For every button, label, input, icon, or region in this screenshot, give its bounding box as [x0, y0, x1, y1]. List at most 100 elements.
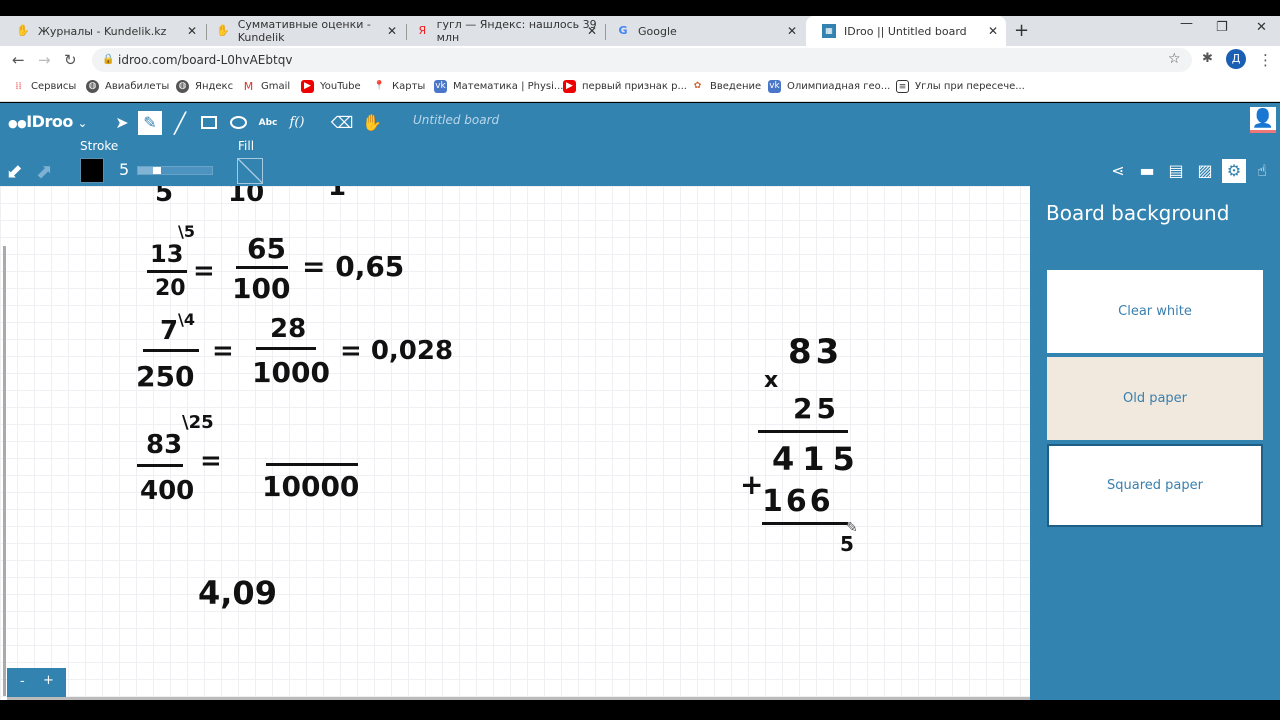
handwriting: 20 [155, 276, 186, 301]
ellipse-tool-icon[interactable] [229, 116, 247, 129]
settings-gear-icon[interactable]: ⚙ [1222, 159, 1246, 183]
bookmark-gmail[interactable]: M Gmail [242, 80, 290, 93]
stroke-label: Stroke [80, 139, 119, 153]
tab-title: Google [638, 24, 677, 38]
url-field[interactable]: 🔒 idroo.com/board-L0hvAEbtqv [92, 48, 1192, 72]
bookmark-yandex[interactable]: ◍ Яндекс [176, 80, 233, 93]
slider-handle[interactable] [152, 167, 161, 174]
image-icon[interactable]: ▨ [1193, 159, 1217, 183]
scrollbar[interactable] [3, 246, 6, 696]
handwriting: = 0,65 [302, 250, 405, 283]
bookmark-youtube[interactable]: ▶ YouTube [301, 80, 361, 93]
tab-title: Журналы - Kundelik.kz [38, 24, 167, 38]
user-avatar[interactable]: 👤 [1250, 107, 1276, 133]
minimize-button[interactable]: — [1180, 16, 1193, 31]
bookmark-intro[interactable]: ✿ Введение [691, 80, 761, 93]
handwriting: = [193, 256, 215, 286]
handwriting: \25 [182, 412, 214, 433]
bg-option-clear-white[interactable]: Clear white [1047, 270, 1263, 353]
select-tool-icon[interactable]: ➤ [110, 111, 134, 135]
tab-kundelik-summative[interactable]: ✋ Суммативные оценки - Kundelik ✕ [200, 16, 405, 46]
zoom-out-button[interactable]: - [20, 674, 25, 689]
bookmark-label: Яндекс [195, 81, 234, 92]
idroo-toolbar: ●●IDroo ⌄ ➤ ✎ ╱ Abc f() ⌫ ✋ Untitled boa… [0, 103, 1280, 186]
tab-yandex[interactable]: Ягугл — Яндекс: нашлось 39 млн ✕ [400, 16, 605, 46]
whiteboard-canvas[interactable]: 5 10 1 13 \5 20 = 65 100 = 0,65 7 \4 250… [0, 186, 1030, 700]
bookmark-math[interactable]: vk Математика | Physi... [434, 80, 563, 93]
hand-tool-icon[interactable]: ✋ [360, 111, 384, 135]
handwriting: 166 [762, 484, 834, 519]
handwriting: \5 [178, 222, 195, 241]
bookmark-olympiad[interactable]: vk Олимпиадная гео... [768, 80, 890, 93]
handwriting: 13 [150, 240, 184, 268]
bookmark-label: Олимпиадная гео... [787, 81, 891, 92]
kundelik-icon: ✋ [16, 24, 30, 37]
bg-option-squared-paper[interactable]: Squared paper [1047, 444, 1263, 527]
close-icon[interactable]: ✕ [787, 24, 797, 38]
handwriting: 83 [788, 332, 844, 372]
presenter-icon[interactable]: ☝ [1250, 159, 1274, 183]
google-icon: G [618, 24, 628, 37]
star-icon[interactable]: ☆ [1168, 51, 1181, 67]
new-tab-button[interactable]: + [1014, 20, 1029, 41]
idroo-menu[interactable]: ●●IDroo ⌄ [8, 112, 87, 131]
stroke-width-slider[interactable] [137, 166, 213, 175]
line-tool-icon[interactable]: ╱ [168, 111, 192, 135]
zoom-in-button[interactable]: + [43, 673, 54, 688]
bg-option-old-paper[interactable]: Old paper [1047, 357, 1263, 440]
fill-none-swatch[interactable] [237, 158, 263, 184]
reload-button[interactable]: ↻ [64, 51, 77, 69]
handwriting: 25 [793, 392, 840, 425]
close-icon[interactable]: ✕ [187, 24, 197, 38]
rectangle-tool-icon[interactable] [201, 116, 217, 129]
handwriting: = [200, 446, 222, 476]
fraction-line [266, 463, 358, 466]
eraser-tool-icon[interactable]: ⌫ [330, 111, 354, 135]
close-window-button[interactable]: ✕ [1256, 20, 1267, 35]
back-button[interactable]: ← [12, 51, 25, 69]
board-title[interactable]: Untitled board [413, 113, 499, 127]
option-label: Clear white [1118, 304, 1192, 319]
bookmark-label: Авиабилеты [105, 81, 170, 92]
close-icon[interactable]: ✕ [988, 24, 998, 38]
stroke-color-swatch[interactable] [80, 158, 104, 183]
tab-title: гугл — Яндекс: нашлось 39 млн [436, 18, 597, 44]
tab-kundelik-journals[interactable]: ✋ Журналы - Kundelik.kz ✕ [0, 16, 205, 46]
multiplication-line [758, 430, 848, 433]
bookmark-maps[interactable]: 📍 Карты [373, 80, 425, 93]
document-icon[interactable]: ▤ [1164, 159, 1188, 183]
tab-google[interactable]: G Google ✕ [600, 16, 805, 46]
profile-avatar[interactable]: Д [1226, 49, 1246, 69]
extensions-icon[interactable]: ✱ [1202, 51, 1213, 66]
handwriting: 415 [772, 440, 863, 478]
handwriting: = 0,028 [340, 336, 454, 366]
chat-icon[interactable]: ▬ [1135, 159, 1159, 183]
text-tool-icon[interactable]: Abc [256, 111, 280, 135]
handwriting: 1000 [252, 356, 330, 389]
pencil-tool-icon[interactable]: ✎ [138, 111, 162, 135]
url-text: idroo.com/board-L0hvAEbtqv [118, 53, 293, 67]
idroo-icon: ▦ [822, 24, 836, 38]
forward-button[interactable]: → [38, 51, 51, 69]
bookmark-services[interactable]: ⁞⁞ Сервисы [12, 80, 76, 93]
bookmark-first-sign[interactable]: ▶ первый признак р... [563, 80, 687, 93]
tab-idroo[interactable]: ▦ IDroo || Untitled board ✕ [806, 16, 1006, 46]
menu-icon[interactable]: ⋮ [1258, 51, 1273, 69]
lock-icon: 🔒 [102, 54, 115, 65]
pencil-cursor-icon: ✎ [846, 520, 858, 536]
share-icon[interactable]: ⋖ [1106, 159, 1130, 183]
redo-icon[interactable]: ⬈ [36, 159, 53, 183]
bookmark-aviatickets[interactable]: ◍ Авиабилеты [86, 80, 169, 93]
tab-bar: ✋ Журналы - Kundelik.kz ✕ ✋ Суммативные оце… [0, 16, 1280, 46]
close-icon[interactable]: ✕ [387, 24, 397, 38]
close-icon[interactable]: ✕ [587, 24, 597, 38]
fraction-line [236, 266, 288, 269]
bookmark-angles[interactable]: ≡ Углы при пересече... [896, 80, 1025, 93]
handwriting: 1 [328, 186, 347, 202]
bookmark-label: Введение [710, 81, 762, 92]
tab-title: Суммативные оценки - Kundelik [237, 18, 371, 44]
maximize-button[interactable]: ❐ [1216, 20, 1228, 35]
formula-tool-icon[interactable]: f() [285, 111, 309, 135]
bookmark-label: Gmail [261, 81, 291, 92]
undo-icon[interactable]: ⬋ [6, 159, 23, 183]
